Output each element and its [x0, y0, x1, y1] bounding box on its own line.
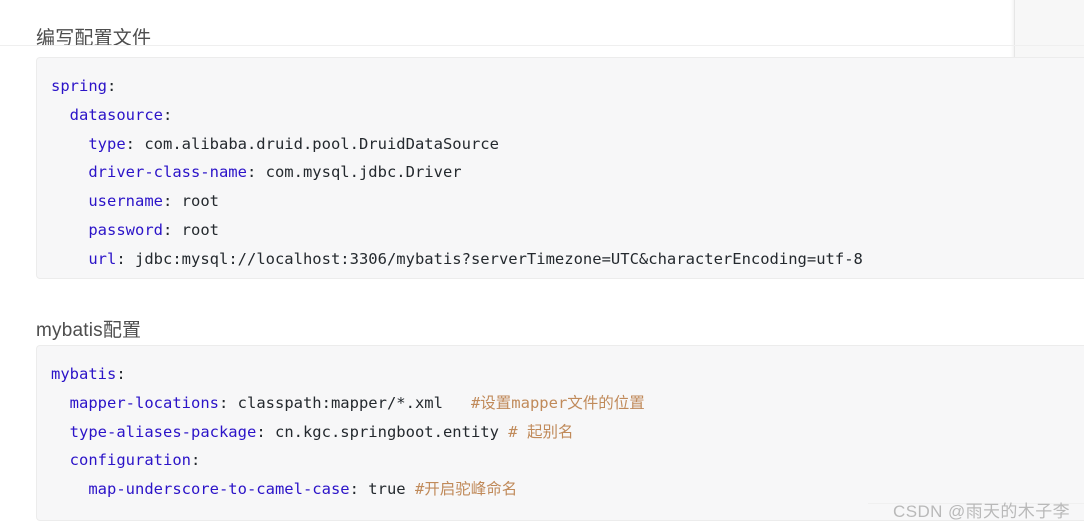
- code-token-val: com.mysql.jdbc.Driver: [265, 163, 462, 182]
- code-token-comment: # 起别名: [508, 422, 574, 441]
- article-page: 编写配置文件 spring: datasource: type: com.ali…: [0, 0, 1084, 528]
- code-token-key: url: [88, 249, 117, 268]
- heading-divider: [0, 45, 1084, 46]
- code-token-punct: [51, 192, 88, 210]
- code-block-mybatis-yml[interactable]: mybatis: mapper-locations: classpath:map…: [36, 345, 1084, 521]
- code-line: url: jdbc:mysql://localhost:3306/mybatis…: [51, 245, 1084, 274]
- code-line: spring:: [51, 72, 1084, 101]
- code-token-key: driver-class-name: [88, 163, 247, 182]
- code-token-val: true: [368, 480, 406, 499]
- code-token-val: jdbc:mysql://localhost:3306/mybatis?serv…: [135, 249, 863, 268]
- code-line: mybatis:: [51, 360, 1084, 389]
- code-token-punct: :: [107, 77, 117, 95]
- code-token-punct: :: [256, 422, 275, 441]
- code-content-mybatis: mybatis: mapper-locations: classpath:map…: [51, 360, 1084, 504]
- code-token-punct: :: [116, 249, 135, 268]
- code-token-key: type: [88, 134, 126, 153]
- code-token-punct: [51, 135, 88, 153]
- code-token-val: cn.kgc.springboot.entity: [274, 422, 499, 441]
- code-token-punct: [51, 163, 88, 181]
- code-token-punct: [51, 250, 88, 268]
- code-token-punct: :: [125, 134, 145, 153]
- code-token-punct: [51, 394, 70, 412]
- code-token-key: mybatis: [51, 365, 117, 383]
- code-block-application-yml[interactable]: spring: datasource: type: com.alibaba.dr…: [36, 57, 1084, 279]
- code-token-punct: [443, 394, 471, 412]
- code-token-comment: #设置mapper文件的位置: [470, 393, 645, 412]
- section-heading-config-file: 编写配置文件: [36, 27, 152, 49]
- code-token-key: datasource: [69, 105, 163, 124]
- code-token-punct: :: [162, 220, 182, 239]
- code-token-key: password: [88, 220, 163, 239]
- code-token-key: spring: [51, 77, 107, 95]
- code-line: password: root: [51, 216, 1084, 245]
- code-content-spring: spring: datasource: type: com.alibaba.dr…: [51, 72, 1084, 274]
- code-token-punct: [51, 106, 70, 124]
- code-token-punct: :: [218, 393, 238, 412]
- code-token-key: username: [88, 192, 163, 211]
- code-token-key: type-aliases-package: [69, 422, 257, 441]
- code-token-val: root: [181, 220, 219, 239]
- code-token-punct: :: [349, 480, 369, 499]
- code-token-key: map-underscore-to-camel-case: [88, 480, 350, 499]
- code-token-val: root: [181, 192, 219, 211]
- code-token-comment: #开启驼峰命名: [414, 480, 518, 499]
- code-token-punct: [51, 451, 70, 469]
- section-heading-mybatis-config: mybatis配置: [36, 319, 142, 341]
- code-token-punct: [51, 423, 70, 441]
- code-token-punct: [499, 423, 508, 441]
- code-line: configuration:: [51, 446, 1084, 475]
- code-token-punct: :: [191, 451, 201, 470]
- code-line: type-aliases-package: cn.kgc.springboot.…: [51, 418, 1084, 447]
- code-line: driver-class-name: com.mysql.jdbc.Driver: [51, 158, 1084, 187]
- code-token-punct: [51, 221, 88, 239]
- code-token-punct: :: [162, 192, 182, 211]
- code-line: datasource:: [51, 101, 1084, 130]
- code-token-punct: :: [163, 105, 173, 124]
- code-token-punct: [406, 480, 415, 498]
- code-token-punct: [51, 480, 88, 498]
- code-line: type: com.alibaba.druid.pool.DruidDataSo…: [51, 130, 1084, 159]
- code-token-val: com.alibaba.druid.pool.DruidDataSource: [144, 134, 499, 153]
- code-token-key: mapper-locations: [69, 393, 219, 412]
- csdn-watermark: CSDN @雨天的木子李: [893, 502, 1070, 521]
- code-token-key: configuration: [69, 451, 191, 470]
- code-token-punct: :: [246, 163, 266, 182]
- code-token-val: classpath:mapper/*.xml: [237, 393, 443, 412]
- code-line: username: root: [51, 187, 1084, 216]
- code-line: mapper-locations: classpath:mapper/*.xml…: [51, 389, 1084, 418]
- code-token-punct: :: [116, 365, 126, 383]
